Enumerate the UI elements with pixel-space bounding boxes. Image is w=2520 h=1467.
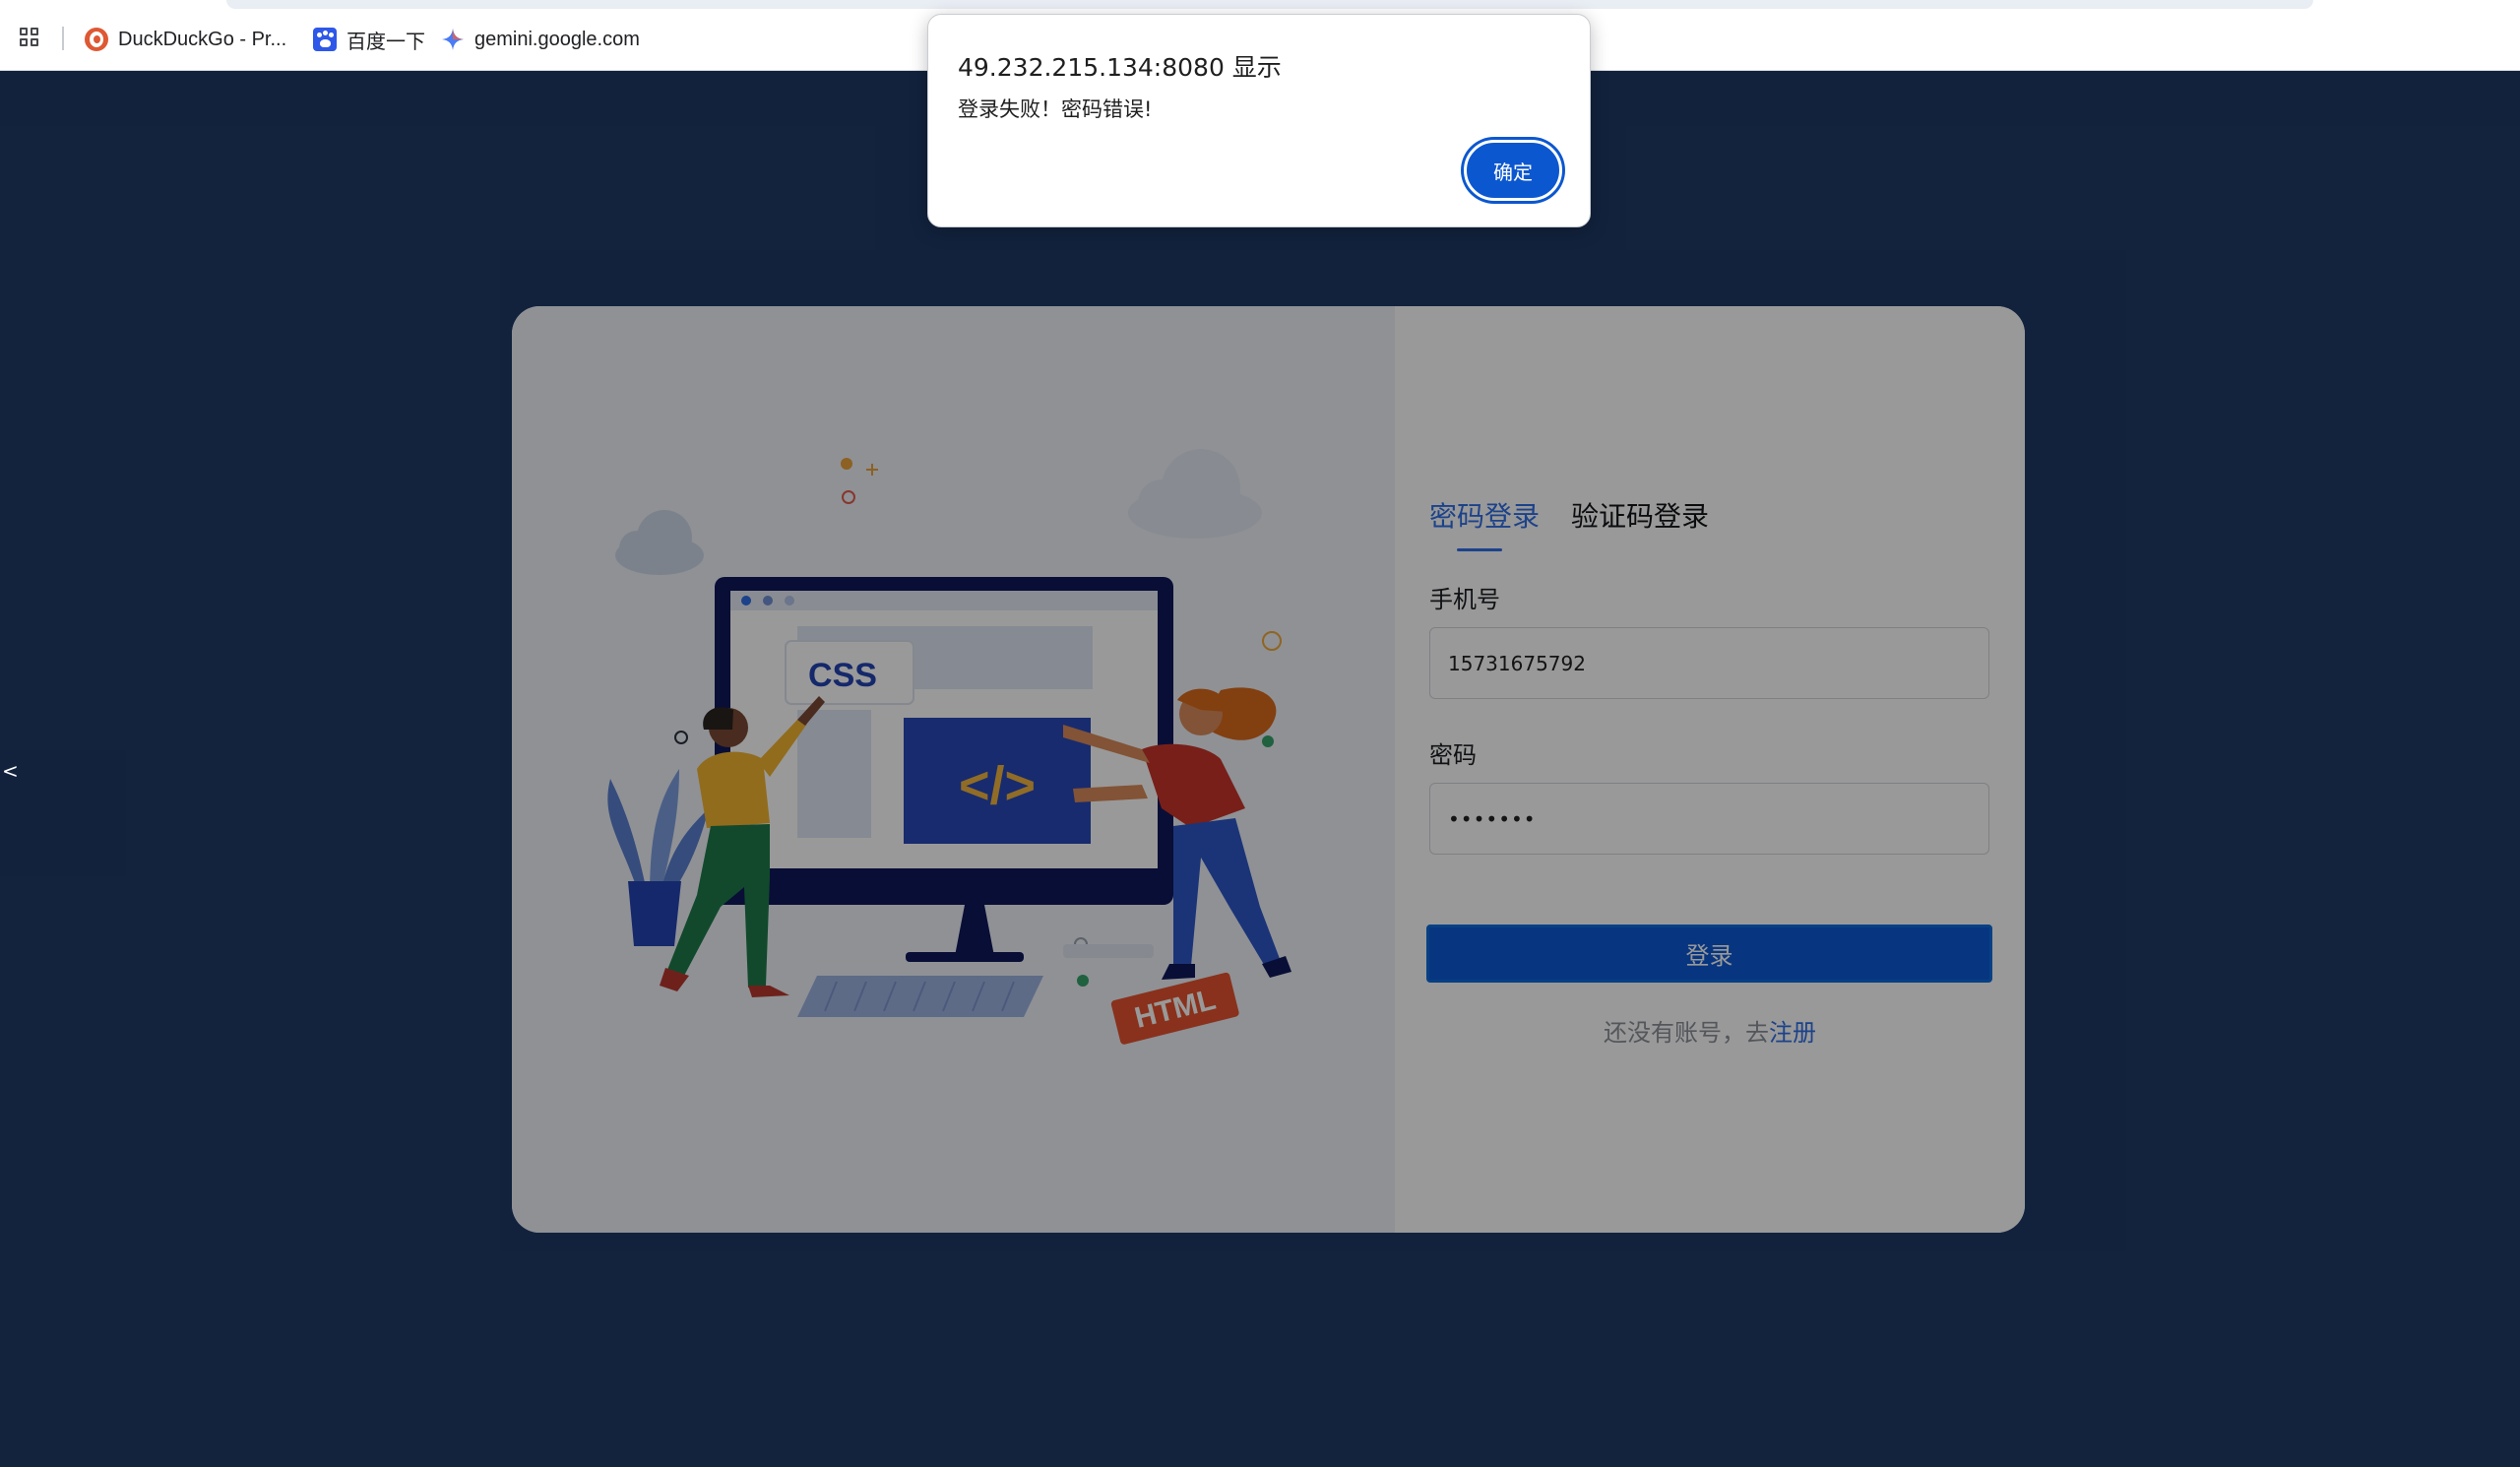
bookmarks-separator [62,27,64,50]
bookmark-baidu[interactable]: 百度一下 [313,24,425,55]
alert-ok-button[interactable]: 确定 [1464,140,1562,201]
alert-title: 49.232.215.134:8080 显示 [958,53,1282,82]
back-chevron-icon[interactable]: < [2,759,19,783]
bookmark-gemini[interactable]: gemini.google.com [441,24,640,55]
modal-backdrop [0,71,2520,1467]
gemini-sparkle-icon [442,29,464,50]
alert-dialog: 49.232.215.134:8080 显示 登录失败！密码错误! 确定 [927,14,1591,227]
tab-strip-edge [226,0,2313,9]
bookmark-label: gemini.google.com [474,28,640,50]
bookmark-duckduckgo[interactable]: DuckDuckGo - Pr... [85,24,286,55]
duckduckgo-icon [85,28,108,51]
alert-message: 登录失败！密码错误! [958,97,1153,121]
bookmark-label: DuckDuckGo - Pr... [118,28,287,50]
apps-grid-icon[interactable] [20,28,39,47]
bookmark-label: 百度一下 [346,31,425,53]
baidu-paw-icon [313,28,337,51]
